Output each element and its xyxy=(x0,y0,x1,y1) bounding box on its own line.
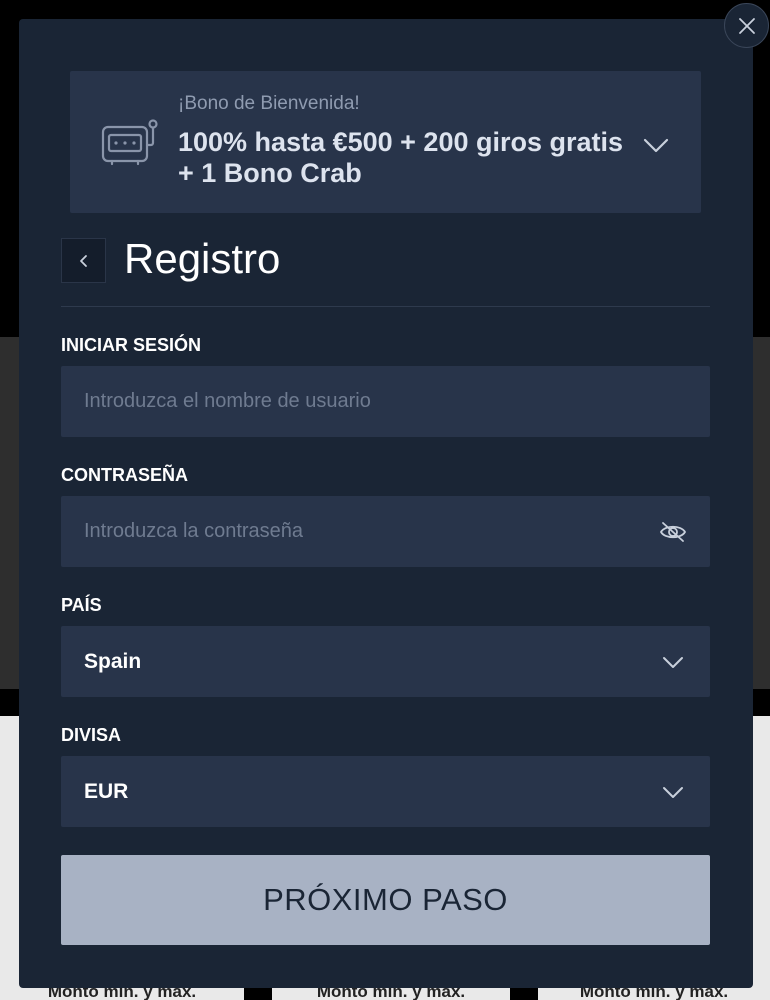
header-divider xyxy=(61,306,710,307)
currency-label: DIVISA xyxy=(61,725,122,745)
chevron-down-icon[interactable] xyxy=(640,129,672,161)
currency-selected-value: EUR xyxy=(84,779,129,803)
username-label: INICIAR SESIÓN xyxy=(61,335,202,355)
close-icon xyxy=(738,17,755,34)
welcome-bonus-banner[interactable]: ¡Bono de Bienvenida! 100% hasta €500 + 2… xyxy=(70,71,701,213)
eye-off-icon[interactable] xyxy=(658,517,688,547)
chevron-down-icon xyxy=(663,656,683,668)
back-button[interactable] xyxy=(61,238,106,283)
chevron-down-icon xyxy=(663,786,683,798)
page-title: Registro xyxy=(124,235,281,282)
registration-modal: ¡Bono de Bienvenida! 100% hasta €500 + 2… xyxy=(19,19,753,988)
password-label: CONTRASEÑA xyxy=(61,465,189,485)
country-select[interactable]: Spain xyxy=(61,626,710,697)
password-field-container xyxy=(61,496,710,567)
password-input[interactable] xyxy=(84,520,624,543)
slot-machine-icon xyxy=(101,119,158,166)
username-field-container xyxy=(61,366,710,437)
chevron-left-icon xyxy=(79,254,87,267)
close-button[interactable] xyxy=(724,3,769,48)
country-label: PAÍS xyxy=(61,595,102,615)
username-input[interactable] xyxy=(84,390,624,413)
bonus-kicker: ¡Bono de Bienvenida! xyxy=(178,93,360,114)
country-selected-value: Spain xyxy=(84,649,142,673)
next-step-button[interactable]: PRÓXIMO PASO xyxy=(61,855,710,945)
currency-select[interactable]: EUR xyxy=(61,756,710,827)
bonus-title: 100% hasta €500 + 200 giros gratis + 1 B… xyxy=(178,127,624,188)
